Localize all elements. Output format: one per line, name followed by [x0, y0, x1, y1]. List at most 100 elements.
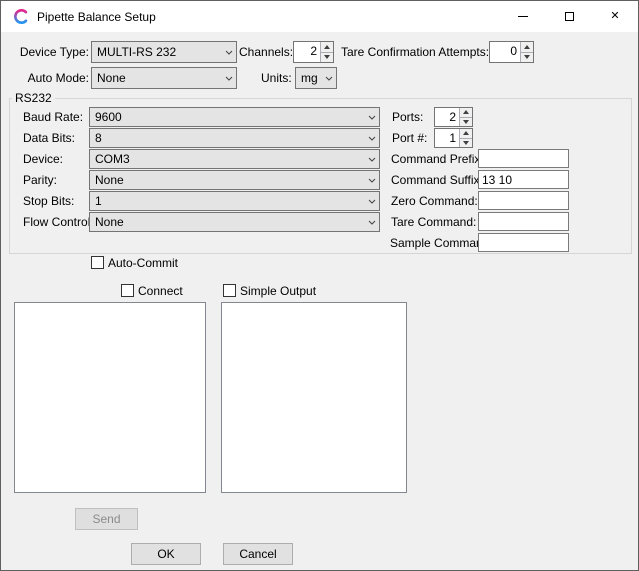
baud-rate-value: 9600	[90, 110, 364, 124]
device-value: COM3	[90, 152, 364, 166]
auto-mode-select[interactable]: None	[91, 67, 237, 89]
simple-output-checkbox[interactable]	[223, 284, 236, 297]
chevron-down-icon	[321, 76, 336, 81]
title-bar: Pipette Balance Setup ✕	[1, 1, 638, 32]
chevron-down-icon	[364, 220, 379, 225]
port-number-value: 1	[435, 129, 459, 147]
command-prefix-input[interactable]	[478, 149, 569, 168]
simple-output-listbox[interactable]	[221, 302, 407, 493]
arrow-up-icon	[463, 110, 469, 114]
arrow-down-icon	[463, 120, 469, 124]
baud-rate-select[interactable]: 9600	[89, 107, 380, 127]
arrow-down-icon	[324, 55, 330, 59]
close-button[interactable]: ✕	[592, 1, 638, 32]
arrow-down-icon	[524, 55, 530, 59]
auto-commit-checkbox[interactable]	[91, 256, 104, 269]
command-prefix-label: Command Prefix:	[391, 152, 484, 166]
stop-bits-label: Stop Bits:	[23, 194, 74, 208]
stop-bits-value: 1	[90, 194, 364, 208]
window-title: Pipette Balance Setup	[37, 10, 156, 24]
cancel-button[interactable]: Cancel	[223, 543, 293, 565]
flow-control-value: None	[90, 215, 364, 229]
units-label: Units:	[261, 71, 292, 85]
stop-bits-select[interactable]: 1	[89, 191, 380, 211]
channels-up-button[interactable]	[321, 42, 333, 52]
port-number-spin-buttons	[459, 129, 472, 147]
ports-value: 2	[435, 108, 459, 126]
sample-command-input[interactable]	[478, 233, 569, 252]
ports-up-button[interactable]	[460, 108, 472, 117]
chevron-down-icon	[364, 136, 379, 141]
channels-value: 2	[294, 42, 320, 62]
dialog-window: Pipette Balance Setup ✕ Device Type: MUL…	[0, 0, 639, 571]
parity-label: Parity:	[23, 173, 57, 187]
zero-command-label: Zero Command:	[391, 194, 478, 208]
data-bits-label: Data Bits:	[23, 131, 75, 145]
minimize-button[interactable]	[500, 1, 546, 32]
ports-stepper[interactable]: 2	[434, 107, 473, 127]
tare-attempts-label: Tare Confirmation Attempts:	[341, 45, 489, 59]
chevron-down-icon	[364, 157, 379, 162]
data-bits-value: 8	[90, 131, 364, 145]
data-bits-select[interactable]: 8	[89, 128, 380, 148]
chevron-down-icon	[364, 115, 379, 120]
command-suffix-input[interactable]	[478, 170, 569, 189]
port-number-stepper[interactable]: 1	[434, 128, 473, 148]
device-type-label: Device Type:	[15, 45, 89, 59]
tare-command-input[interactable]	[478, 212, 569, 231]
tare-attempts-stepper[interactable]: 0	[489, 41, 534, 63]
connect-label: Connect	[138, 284, 183, 298]
parity-select[interactable]: None	[89, 170, 380, 190]
channels-down-button[interactable]	[321, 52, 333, 63]
device-type-value: MULTI-RS 232	[92, 45, 221, 59]
channels-spin-buttons	[320, 42, 333, 62]
port-number-down-button[interactable]	[460, 138, 472, 148]
send-button[interactable]: Send	[75, 508, 138, 530]
connect-checkbox[interactable]	[121, 284, 134, 297]
close-icon: ✕	[610, 11, 619, 22]
channels-label: Channels:	[239, 45, 293, 59]
device-type-select[interactable]: MULTI-RS 232	[91, 41, 237, 63]
chevron-down-icon	[221, 50, 236, 55]
port-number-up-button[interactable]	[460, 129, 472, 138]
baud-rate-label: Baud Rate:	[23, 110, 83, 124]
chevron-down-icon	[364, 178, 379, 183]
tare-attempts-up-button[interactable]	[521, 42, 533, 52]
arrow-up-icon	[524, 45, 530, 49]
arrow-down-icon	[463, 141, 469, 145]
tare-attempts-value: 0	[490, 42, 520, 62]
auto-commit-label: Auto-Commit	[108, 256, 178, 270]
rs232-group-label: RS232	[12, 91, 55, 105]
ok-button[interactable]: OK	[131, 543, 201, 565]
chevron-down-icon	[364, 199, 379, 204]
ports-spin-buttons	[459, 108, 472, 126]
connect-output-listbox[interactable]	[14, 302, 206, 493]
parity-value: None	[90, 173, 364, 187]
flow-control-select[interactable]: None	[89, 212, 380, 232]
zero-command-input[interactable]	[478, 191, 569, 210]
auto-mode-label: Auto Mode:	[15, 71, 89, 85]
ports-down-button[interactable]	[460, 117, 472, 127]
arrow-up-icon	[324, 45, 330, 49]
device-select[interactable]: COM3	[89, 149, 380, 169]
device-label: Device:	[23, 152, 63, 166]
window-controls: ✕	[500, 1, 638, 32]
flow-control-label: Flow Control:	[23, 215, 94, 229]
units-value: mg	[296, 71, 321, 85]
auto-mode-value: None	[92, 71, 221, 85]
maximize-button[interactable]	[546, 1, 592, 32]
app-icon	[13, 8, 30, 25]
port-number-label: Port #:	[392, 131, 427, 145]
units-select[interactable]: mg	[295, 67, 337, 89]
channels-stepper[interactable]: 2	[293, 41, 334, 63]
chevron-down-icon	[221, 76, 236, 81]
tare-attempts-down-button[interactable]	[521, 52, 533, 63]
arrow-up-icon	[463, 131, 469, 135]
minimize-icon	[518, 16, 528, 17]
command-suffix-label: Command Suffix:	[391, 173, 483, 187]
tare-attempts-spin-buttons	[520, 42, 533, 62]
tare-command-label: Tare Command:	[391, 215, 476, 229]
ports-label: Ports:	[392, 110, 423, 124]
maximize-icon	[565, 12, 574, 21]
simple-output-label: Simple Output	[240, 284, 316, 298]
